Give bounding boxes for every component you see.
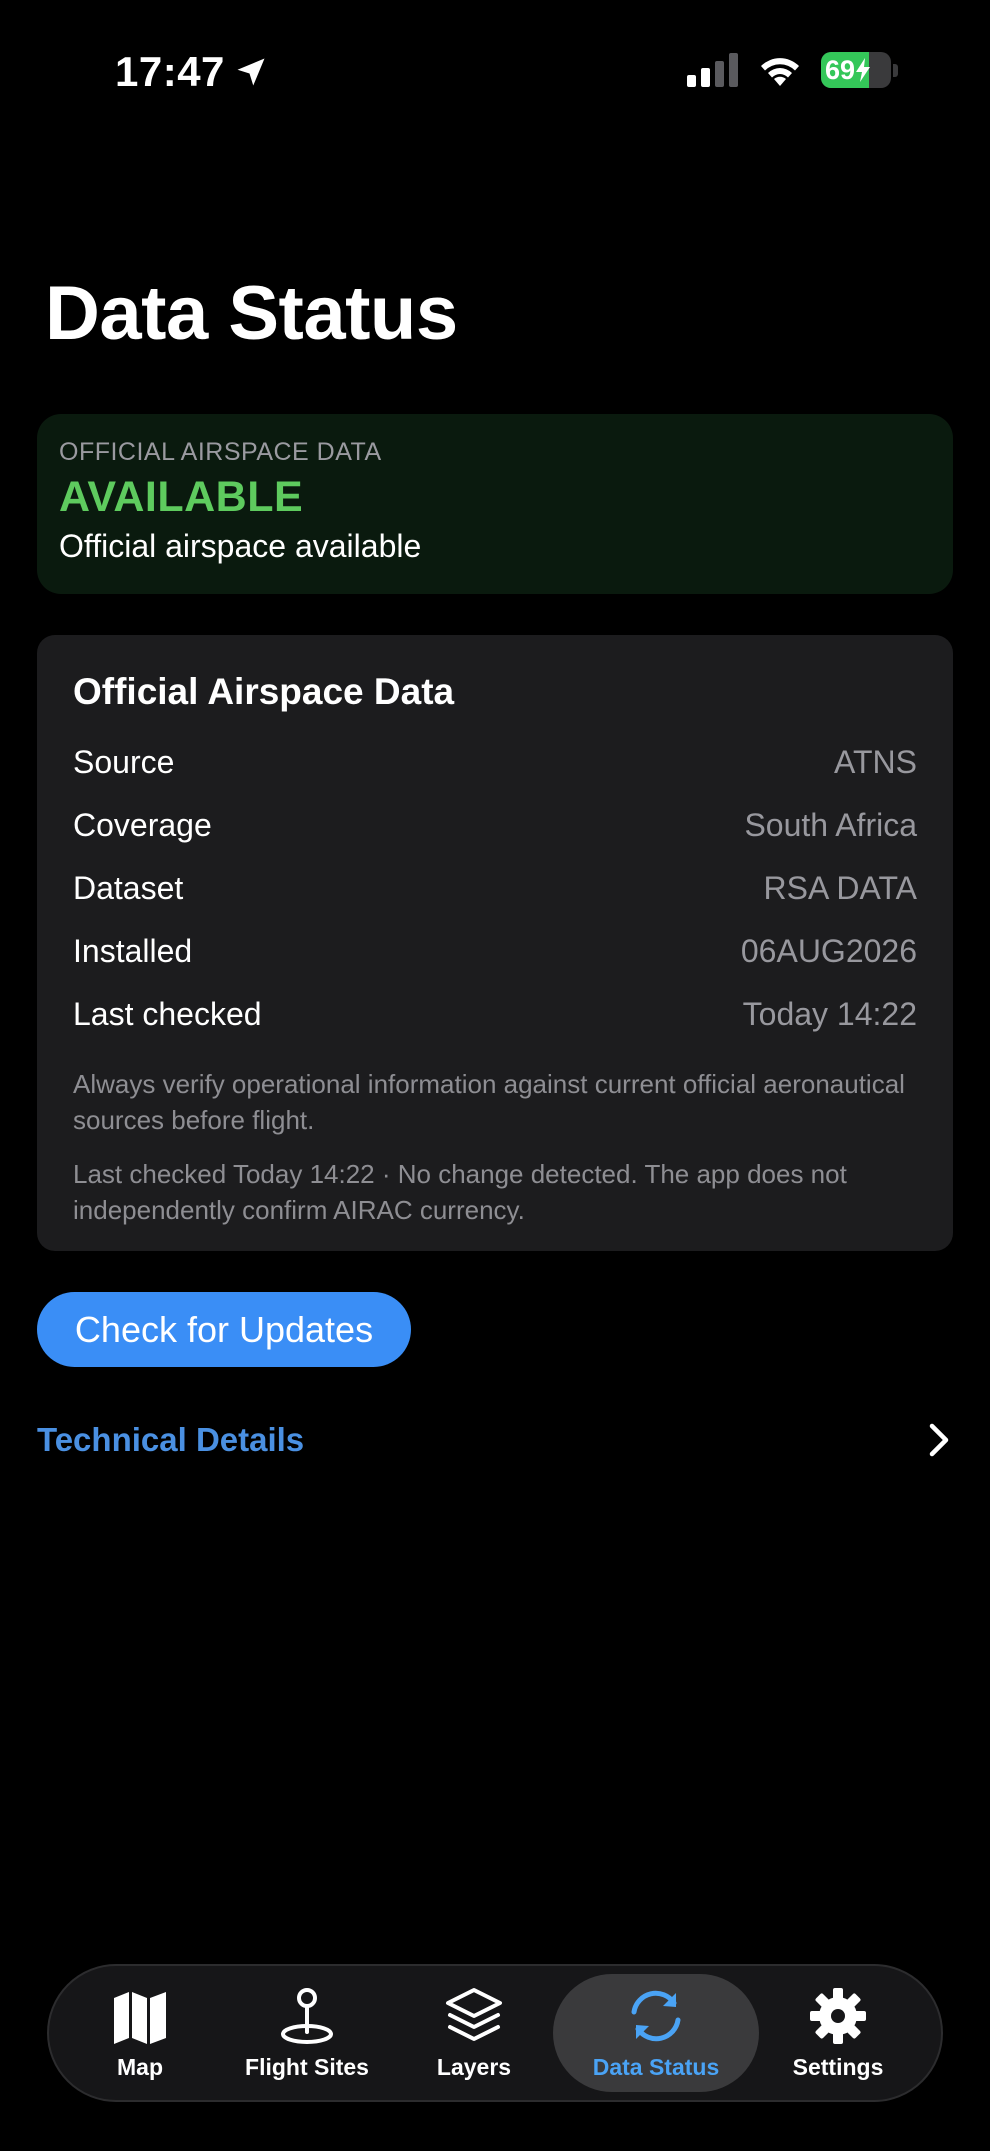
bolt-icon [856, 58, 871, 82]
location-arrow-icon [237, 58, 265, 86]
check-for-updates-button[interactable]: Check for Updates [37, 1292, 411, 1367]
battery-percent: 69 [825, 54, 856, 85]
tab-label: Settings [792, 2053, 884, 2080]
status-time-group: 17:47 [115, 48, 269, 96]
page-title: Data Status [45, 271, 458, 356]
status-icons: 69 [687, 52, 898, 88]
row-value: Today 14:22 [742, 996, 917, 1032]
battery-charging-icon: 69 [821, 52, 891, 88]
layers-icon [446, 1987, 502, 2041]
row-value: 06AUG2026 [740, 933, 917, 969]
map-icon [114, 1991, 166, 2044]
technical-details-link[interactable]: Technical Details [37, 1410, 953, 1470]
airspace-data-card: Official Airspace Data Source ATNS Cover… [37, 635, 953, 1251]
tab-label: Data Status [592, 2053, 720, 2080]
status-time: 17:47 [115, 48, 225, 95]
tab-bar: Map Flight Sites Layers Data Status Sett… [47, 1964, 943, 2102]
row-last-checked: Last checked Today 14:22 [73, 983, 917, 1046]
gear-icon [810, 1987, 866, 2044]
technical-details-label: Technical Details [37, 1421, 305, 1458]
tab-map[interactable]: Map [61, 1974, 219, 2092]
battery-text-group: 69 [821, 54, 871, 86]
row-value: ATNS [834, 744, 917, 780]
tab-label: Layers [436, 2053, 512, 2080]
row-key: Dataset [73, 870, 184, 906]
row-coverage: Coverage South Africa [73, 794, 917, 857]
chevron-right-icon [929, 1423, 949, 1457]
battery-cap [893, 63, 898, 77]
cellular-signal-icon [687, 53, 738, 87]
verification-note: Always verify operational information ag… [73, 1069, 905, 1135]
banner-subtitle: Official airspace available [59, 528, 422, 564]
availability-banner: OFFICIAL AIRSPACE DATA AVAILABLE Officia… [37, 414, 953, 594]
row-key: Last checked [73, 996, 262, 1032]
wifi-icon [761, 58, 799, 86]
row-value: RSA DATA [763, 870, 917, 906]
tab-label: Flight Sites [245, 2053, 369, 2080]
flight-site-pin-icon [281, 1987, 333, 2044]
tab-settings[interactable]: Settings [759, 1974, 917, 2092]
row-dataset: Dataset RSA DATA [73, 857, 917, 920]
banner-label: OFFICIAL AIRSPACE DATA [59, 438, 382, 466]
battery-group: 69 [821, 52, 898, 88]
tab-label: Map [117, 2053, 163, 2080]
sync-icon [631, 1990, 681, 2041]
row-key: Source [73, 744, 175, 780]
tab-flight-sites[interactable]: Flight Sites [219, 1974, 395, 2092]
last-checked-note: Last checked Today 14:22 · No change det… [73, 1159, 847, 1225]
banner-status: AVAILABLE [59, 473, 304, 521]
row-installed: Installed 06AUG2026 [73, 920, 917, 983]
row-key: Installed [73, 933, 193, 969]
row-value: South Africa [744, 807, 917, 843]
tab-layers[interactable]: Layers [395, 1974, 553, 2092]
card-title: Official Airspace Data [73, 671, 455, 712]
screen: 17:47 69 Data Status OFFICIAL AIRSPACE D… [0, 0, 990, 2151]
row-key: Coverage [73, 807, 212, 843]
status-bar: 17:47 69 [0, 0, 990, 140]
row-source: Source ATNS [73, 731, 917, 794]
tab-data-status[interactable]: Data Status [553, 1974, 759, 2092]
